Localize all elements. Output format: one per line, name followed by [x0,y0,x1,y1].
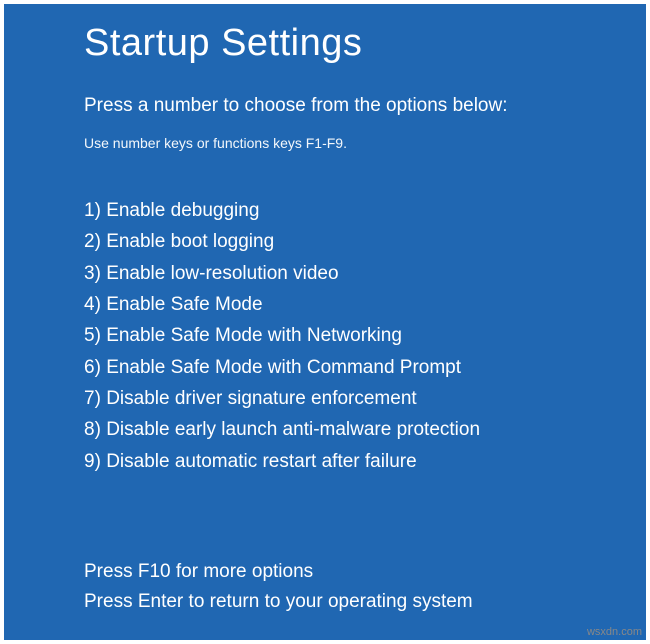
option-6[interactable]: 6) Enable Safe Mode with Command Prompt [84,352,566,383]
option-4[interactable]: 4) Enable Safe Mode [84,289,566,320]
startup-settings-screen: Startup Settings Press a number to choos… [4,4,646,640]
more-options-text: Press F10 for more options [84,557,566,586]
option-1[interactable]: 1) Enable debugging [84,195,566,226]
option-9[interactable]: 9) Disable automatic restart after failu… [84,446,566,477]
watermark-text: wsxdn.com [587,626,642,638]
options-list: 1) Enable debugging 2) Enable boot loggi… [84,195,566,477]
option-2[interactable]: 2) Enable boot logging [84,226,566,257]
return-text: Press Enter to return to your operating … [84,587,566,616]
instruction-text: Press a number to choose from the option… [84,95,566,117]
option-8[interactable]: 8) Disable early launch anti-malware pro… [84,414,566,445]
option-7[interactable]: 7) Disable driver signature enforcement [84,383,566,414]
option-5[interactable]: 5) Enable Safe Mode with Networking [84,320,566,351]
page-title: Startup Settings [84,22,566,65]
hint-text: Use number keys or functions keys F1-F9. [84,135,566,151]
option-3[interactable]: 3) Enable low-resolution video [84,258,566,289]
